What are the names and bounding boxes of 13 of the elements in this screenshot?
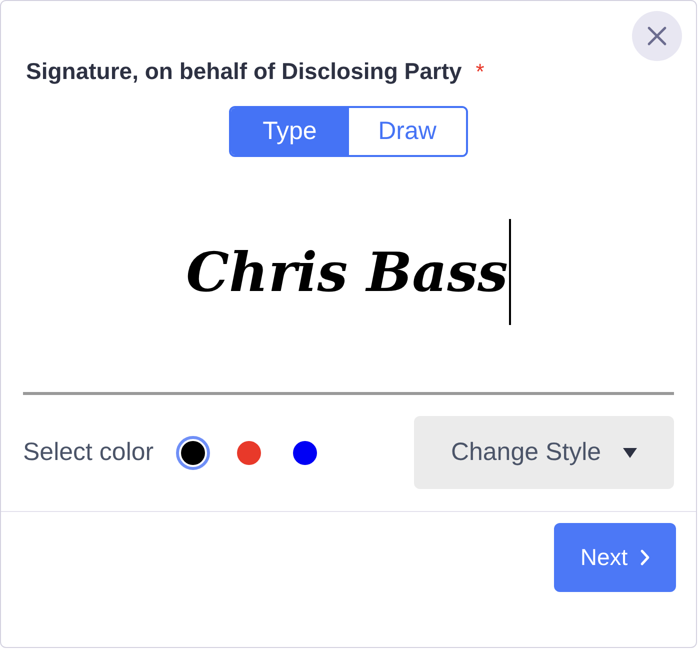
field-label: Signature, on behalf of Disclosing Party — [26, 57, 462, 86]
color-label: Select color — [23, 436, 154, 468]
signature-text: Chris Bass — [186, 245, 508, 299]
required-mark: * — [476, 58, 484, 86]
caret-down-icon — [623, 448, 638, 458]
signature-field[interactable]: Chris Bass — [1, 157, 696, 392]
change-style-dropdown[interactable]: Change Style — [414, 416, 674, 489]
mode-tab[interactable]: Type — [231, 108, 348, 155]
chevron-right-icon — [640, 549, 650, 566]
close-button[interactable] — [632, 11, 682, 61]
next-button[interactable]: Next — [554, 523, 676, 592]
color-swatch[interactable] — [176, 436, 210, 470]
close-icon — [647, 26, 667, 46]
